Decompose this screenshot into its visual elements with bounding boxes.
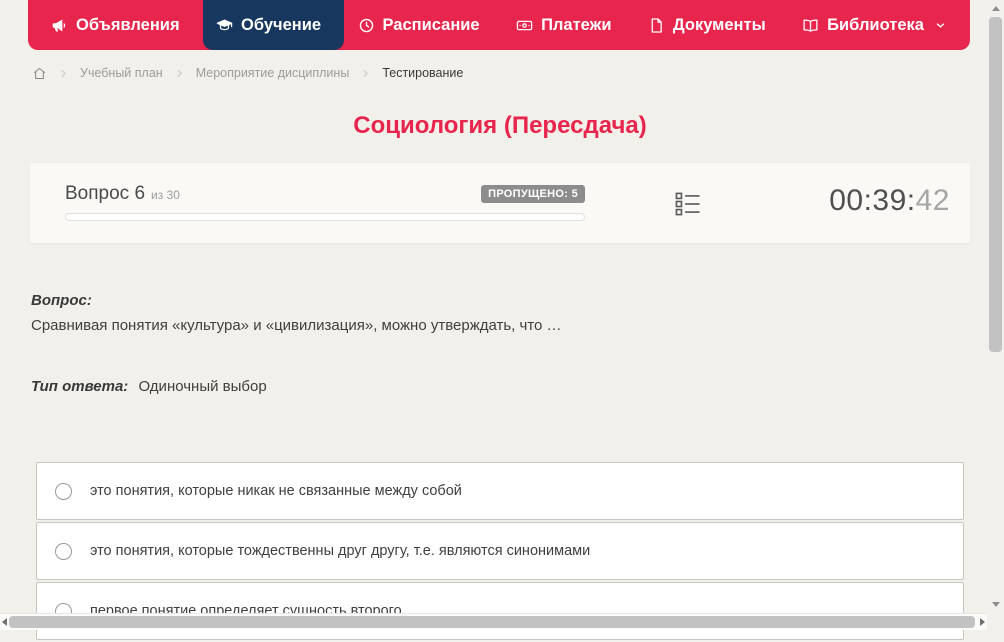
book-icon — [802, 17, 819, 34]
horizontal-scrollbar[interactable] — [0, 613, 987, 630]
nav-item-label: Платежи — [541, 15, 612, 34]
vertical-scrollbar-thumb[interactable] — [989, 17, 1002, 352]
question-number: Вопрос 6 — [65, 183, 146, 204]
nav-item-label: Документы — [672, 15, 766, 34]
nav-item-learning[interactable]: Обучение — [203, 0, 345, 50]
breadcrumb: Учебный план Мероприятие дисциплины Тестир… — [32, 62, 463, 84]
question-text: Сравнивая понятия «культура» и «цивилиза… — [31, 317, 562, 334]
page-title: Социология (Пересдача) — [353, 112, 647, 139]
scrollbar-corner — [987, 613, 1004, 630]
scroll-down-arrow[interactable] — [987, 596, 1004, 613]
answer-radio[interactable] — [55, 542, 72, 560]
answer-option-label: это понятия, которые тождественны друг д… — [90, 543, 591, 559]
answer-type-value: Одиночный выбор — [138, 378, 267, 395]
nav-item-library[interactable]: Библиотека — [789, 0, 960, 50]
horizontal-scrollbar-thumb[interactable] — [9, 616, 975, 628]
question-list-icon[interactable] — [675, 191, 701, 217]
nav-item-payments[interactable]: Платежи — [503, 0, 634, 50]
main-nav: Объявления Обучение Расписание Платежи Д… — [28, 0, 970, 50]
answer-option-2[interactable]: это понятия, которые тождественны друг д… — [36, 522, 964, 580]
timer: 00:39:42 — [829, 184, 950, 218]
breadcrumb-item[interactable]: Мероприятие дисциплины — [196, 66, 350, 80]
nav-item-label: Обучение — [241, 15, 322, 34]
nav-item-label: Объявления — [76, 15, 180, 34]
megaphone-icon — [51, 17, 68, 34]
chevron-right-icon — [58, 68, 69, 79]
scroll-right-arrow[interactable] — [978, 614, 987, 630]
answer-type-label: Тип ответа: — [31, 378, 129, 395]
clock-icon — [358, 17, 375, 34]
home-icon[interactable] — [32, 66, 47, 81]
banknote-icon — [516, 17, 533, 34]
chevron-down-icon — [934, 19, 947, 32]
breadcrumb-item: Тестирование — [382, 66, 464, 80]
nav-item-announcements[interactable]: Объявления — [38, 0, 203, 50]
chevron-right-icon — [360, 68, 371, 79]
nav-item-label: Библиотека — [827, 15, 924, 34]
answer-option-1[interactable]: это понятия, которые никак не связанные … — [36, 462, 964, 520]
chevron-right-icon — [174, 68, 185, 79]
scroll-left-arrow[interactable] — [0, 614, 9, 630]
document-icon — [648, 17, 665, 34]
nav-item-schedule[interactable]: Расписание — [345, 0, 503, 50]
timer-main: 00:39: — [829, 184, 916, 217]
answer-option-3[interactable]: первое понятие определяет сущность второ… — [36, 582, 964, 640]
quiz-header-card: Вопрос 6 из 30 ПРОПУЩЕНО: 5 00:39:42 — [30, 163, 970, 243]
vertical-scrollbar[interactable] — [987, 0, 1004, 613]
question-label: Вопрос: — [31, 292, 92, 309]
nav-item-documents[interactable]: Документы — [635, 0, 789, 50]
answer-option-label: это понятия, которые никак не связанные … — [90, 483, 462, 499]
graduation-cap-icon — [216, 17, 233, 34]
nav-item-label: Расписание — [382, 15, 480, 34]
timer-seconds: 42 — [915, 184, 950, 217]
answer-radio[interactable] — [55, 482, 72, 500]
answer-type-row: Тип ответа: Одиночный выбор — [31, 378, 267, 395]
scroll-up-arrow[interactable] — [987, 0, 1004, 17]
breadcrumb-item[interactable]: Учебный план — [80, 66, 163, 80]
question-total: из 30 — [151, 188, 180, 202]
quiz-progress-block: Вопрос 6 из 30 ПРОПУЩЕНО: 5 — [65, 183, 585, 221]
progress-bar — [65, 213, 585, 221]
skipped-badge: ПРОПУЩЕНО: 5 — [481, 185, 585, 203]
question-counter: Вопрос 6 из 30 — [65, 183, 180, 205]
